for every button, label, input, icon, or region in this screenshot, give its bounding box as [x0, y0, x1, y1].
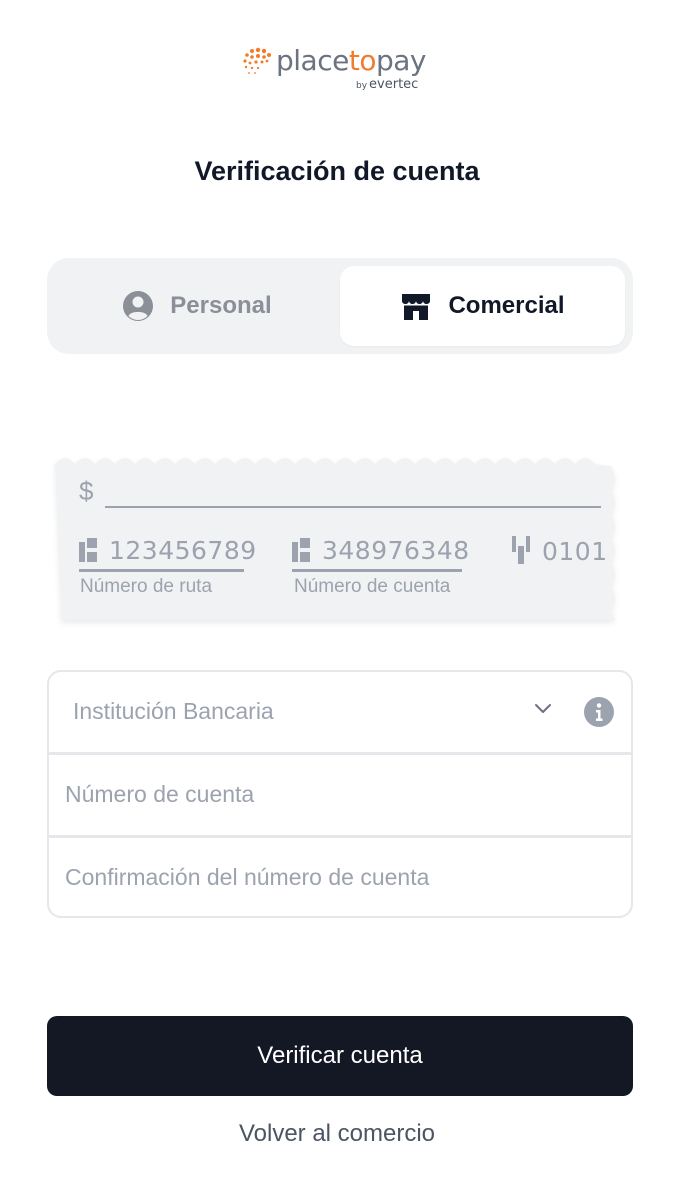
- logo-byline: by evertec: [356, 77, 419, 92]
- check-illustration: $ 123456789 Número de ruta 348976348 Núm…: [51, 452, 621, 628]
- placetopay-logo: placetopay by evertec: [242, 44, 442, 94]
- user-circle-icon: [123, 291, 154, 321]
- page-title: Verificación de cuenta: [194, 156, 480, 186]
- check-number: 0101: [542, 536, 608, 566]
- check-number-group: 0101: [512, 536, 608, 566]
- confirm-account-number-placeholder: Confirmación del número de cuenta: [65, 864, 430, 890]
- account-label: Número de cuenta: [294, 576, 451, 597]
- tab-comercial[interactable]: Comercial: [340, 266, 625, 346]
- currency-symbol: $: [79, 476, 94, 506]
- tab-personal[interactable]: Personal: [55, 266, 339, 346]
- verify-account-button[interactable]: Verificar cuenta: [47, 1016, 633, 1096]
- tab-comercial-label: Comercial: [448, 292, 565, 319]
- back-to-merchant-link[interactable]: Volver al comercio: [0, 1120, 674, 1148]
- account-number-placeholder: Número de cuenta: [65, 781, 255, 807]
- storefront-icon: [402, 294, 431, 320]
- routing-label: Número de ruta: [80, 576, 213, 597]
- routing-underline: [79, 569, 244, 572]
- routing-number-group: 123456789: [79, 536, 257, 565]
- info-icon[interactable]: [583, 696, 615, 728]
- micr-transit-icon: [79, 537, 97, 562]
- account-number-input[interactable]: Número de cuenta: [49, 752, 631, 834]
- logo-dots-icon: [243, 47, 271, 74]
- confirm-account-number-input[interactable]: Confirmación del número de cuenta: [49, 835, 631, 917]
- account-underline: [292, 569, 462, 572]
- bank-institution-select[interactable]: Institución Bancaria: [49, 672, 631, 750]
- micr-transit-icon: [292, 537, 310, 562]
- chevron-down-icon: [535, 704, 551, 713]
- account-type-toggle: Personal Comercial: [47, 258, 633, 354]
- bank-account-form: Institución Bancaria Número de cuenta Co…: [47, 670, 633, 918]
- micr-onus-icon: [512, 536, 530, 564]
- account-number-group: 348976348: [292, 536, 470, 565]
- tab-personal-label: Personal: [170, 292, 272, 319]
- verification-card: placetopay by evertec Verificación de cue…: [0, 0, 674, 1200]
- logo-wordmark: placetopay: [276, 44, 426, 77]
- account-number: 348976348: [322, 536, 470, 565]
- bank-institution-placeholder: Institución Bancaria: [73, 697, 274, 724]
- routing-number: 123456789: [109, 536, 257, 565]
- amount-line: [105, 506, 601, 508]
